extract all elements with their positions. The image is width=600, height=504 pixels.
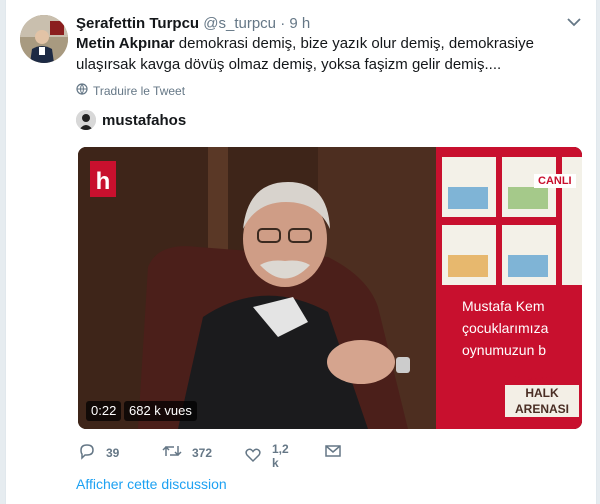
reply-count: 39 (106, 445, 120, 460)
separator-dot: · (280, 15, 286, 32)
ticker-line: Mustafa Kem (462, 298, 545, 314)
ticker-text: Mustafa Kem çocuklarımıza oynumuzun b (462, 295, 582, 361)
like-button[interactable]: 1,2 k (244, 442, 289, 470)
svg-text:h: h (96, 168, 111, 195)
like-count: 1,2 k (272, 442, 289, 470)
dm-icon (324, 442, 342, 463)
author-avatar[interactable] (20, 15, 68, 63)
retweet-button[interactable]: 372 (162, 442, 212, 463)
reply-button[interactable]: 39 (78, 442, 119, 463)
show-discussion-link[interactable]: Afficher cette discussion (76, 476, 227, 492)
like-icon (244, 446, 262, 467)
reply-icon (78, 442, 96, 463)
uploader-avatar (76, 110, 96, 130)
translate-link[interactable]: Traduire le Tweet (76, 83, 185, 98)
video-duration: 0:22 (86, 401, 122, 421)
ticker-line: oynumuzun b (462, 342, 547, 358)
globe-icon (76, 83, 88, 98)
tweet-text: Metin Akpınar demokrasi demiş, bize yazı… (76, 33, 576, 75)
message-button[interactable] (324, 442, 342, 463)
tweet-header: Şerafettin Turpcu @s_turpcu · 9 h (76, 14, 310, 34)
author-handle[interactable]: @s_turpcu (203, 15, 276, 32)
retweet-count: 372 (192, 445, 213, 460)
program-logo-line: ARENASI (514, 402, 569, 416)
media-uploader[interactable]: mustafahos (76, 110, 186, 130)
uploader-name: mustafahos (102, 111, 187, 129)
translate-label: Traduire le Tweet (93, 83, 186, 98)
live-label: CANLI (534, 174, 576, 188)
ticker-line: çocuklarımıza (462, 320, 549, 336)
tweet-card[interactable]: Şerafettin Turpcu @s_turpcu · 9 h Metin … (5, 0, 597, 504)
video-player[interactable]: h CANLI Mustafa Kem çocuklarımıza oynumu… (78, 147, 582, 429)
retweet-icon (162, 442, 182, 463)
small-title: YILMAZ Ö (514, 375, 553, 384)
chevron-down-icon[interactable] (566, 14, 582, 30)
program-logo: HALK ARENASI (505, 385, 579, 417)
mentioned-name[interactable]: Metin Akpınar (76, 35, 175, 52)
tweet-time[interactable]: 9 h (289, 15, 310, 32)
author-name[interactable]: Şerafettin Turpcu (76, 15, 199, 32)
program-logo-line: HALK (525, 386, 559, 400)
video-views: 682 k vues (124, 401, 197, 421)
